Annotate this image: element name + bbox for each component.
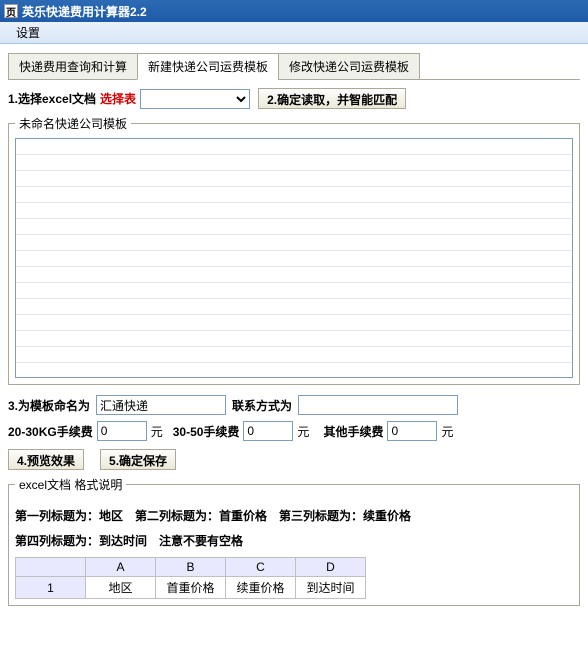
- fee-30-50-label: 30-50手续费: [173, 423, 240, 440]
- cell-1a: 地区: [86, 577, 156, 599]
- menubar: 设置: [0, 22, 588, 44]
- preview-button[interactable]: 4.预览效果: [8, 449, 84, 470]
- spec-col4: 第四列标题为：到达时间: [15, 532, 147, 549]
- cell-1d: 到达时间: [296, 577, 366, 599]
- colhead-d: D: [296, 558, 366, 577]
- step1-label: 1.选择excel文档: [8, 90, 96, 107]
- menu-settings[interactable]: 设置: [8, 22, 48, 43]
- save-button[interactable]: 5.确定保存: [100, 449, 176, 470]
- fee-other-label: 其他手续费: [323, 423, 383, 440]
- app-icon: 页: [4, 4, 18, 18]
- template-name-input[interactable]: [96, 395, 226, 415]
- corner-cell: [16, 558, 86, 577]
- colhead-c: C: [226, 558, 296, 577]
- colhead-a: A: [86, 558, 156, 577]
- contact-label: 联系方式为: [232, 397, 292, 414]
- template-listbox[interactable]: [15, 138, 573, 378]
- spec-col3: 第三列标题为：续重价格: [279, 507, 411, 524]
- cell-1c: 续重价格: [226, 577, 296, 599]
- tab-new-template[interactable]: 新建快递公司运费模板: [137, 53, 279, 80]
- unit-3: 元: [441, 423, 453, 440]
- tab-query-calc[interactable]: 快递费用查询和计算: [8, 53, 138, 80]
- window-title: 英乐快递费用计算器2.2: [22, 3, 147, 20]
- contact-input[interactable]: [298, 395, 458, 415]
- select-table-label: 选择表: [100, 90, 136, 107]
- colhead-b: B: [156, 558, 226, 577]
- cell-1b: 首重价格: [156, 577, 226, 599]
- fee-other-input[interactable]: [387, 421, 437, 441]
- spec-col1: 第一列标题为：地区: [15, 507, 123, 524]
- unit-1: 元: [151, 423, 163, 440]
- titlebar[interactable]: 页 英乐快递费用计算器2.2: [0, 0, 588, 22]
- spec-note: 注意不要有空格: [159, 532, 243, 549]
- tabstrip: 快递费用查询和计算 新建快递公司运费模板 修改快递公司运费模板: [8, 52, 580, 80]
- tab-edit-template[interactable]: 修改快递公司运费模板: [278, 53, 420, 80]
- rowhead-1: 1: [16, 577, 86, 599]
- template-fieldset: 未命名快递公司模板: [8, 115, 580, 385]
- fee-20-30-input[interactable]: [97, 421, 147, 441]
- unit-2: 元: [297, 423, 309, 440]
- step3-label: 3.为模板命名为: [8, 397, 90, 414]
- spec-fieldset: excel文档 格式说明 第一列标题为：地区 第二列标题为：首重价格 第三列标题…: [8, 476, 580, 606]
- template-legend: 未命名快递公司模板: [15, 115, 131, 132]
- fee-20-30-label: 20-30KG手续费: [8, 423, 93, 440]
- example-table: A B C D 1 地区 首重价格 续重价格 到达时间: [15, 557, 366, 599]
- sheet-select[interactable]: [140, 89, 250, 109]
- read-match-button[interactable]: 2.确定读取，并智能匹配: [258, 88, 406, 109]
- spec-col2: 第二列标题为：首重价格: [135, 507, 267, 524]
- fee-30-50-input[interactable]: [243, 421, 293, 441]
- spec-legend: excel文档 格式说明: [15, 476, 126, 493]
